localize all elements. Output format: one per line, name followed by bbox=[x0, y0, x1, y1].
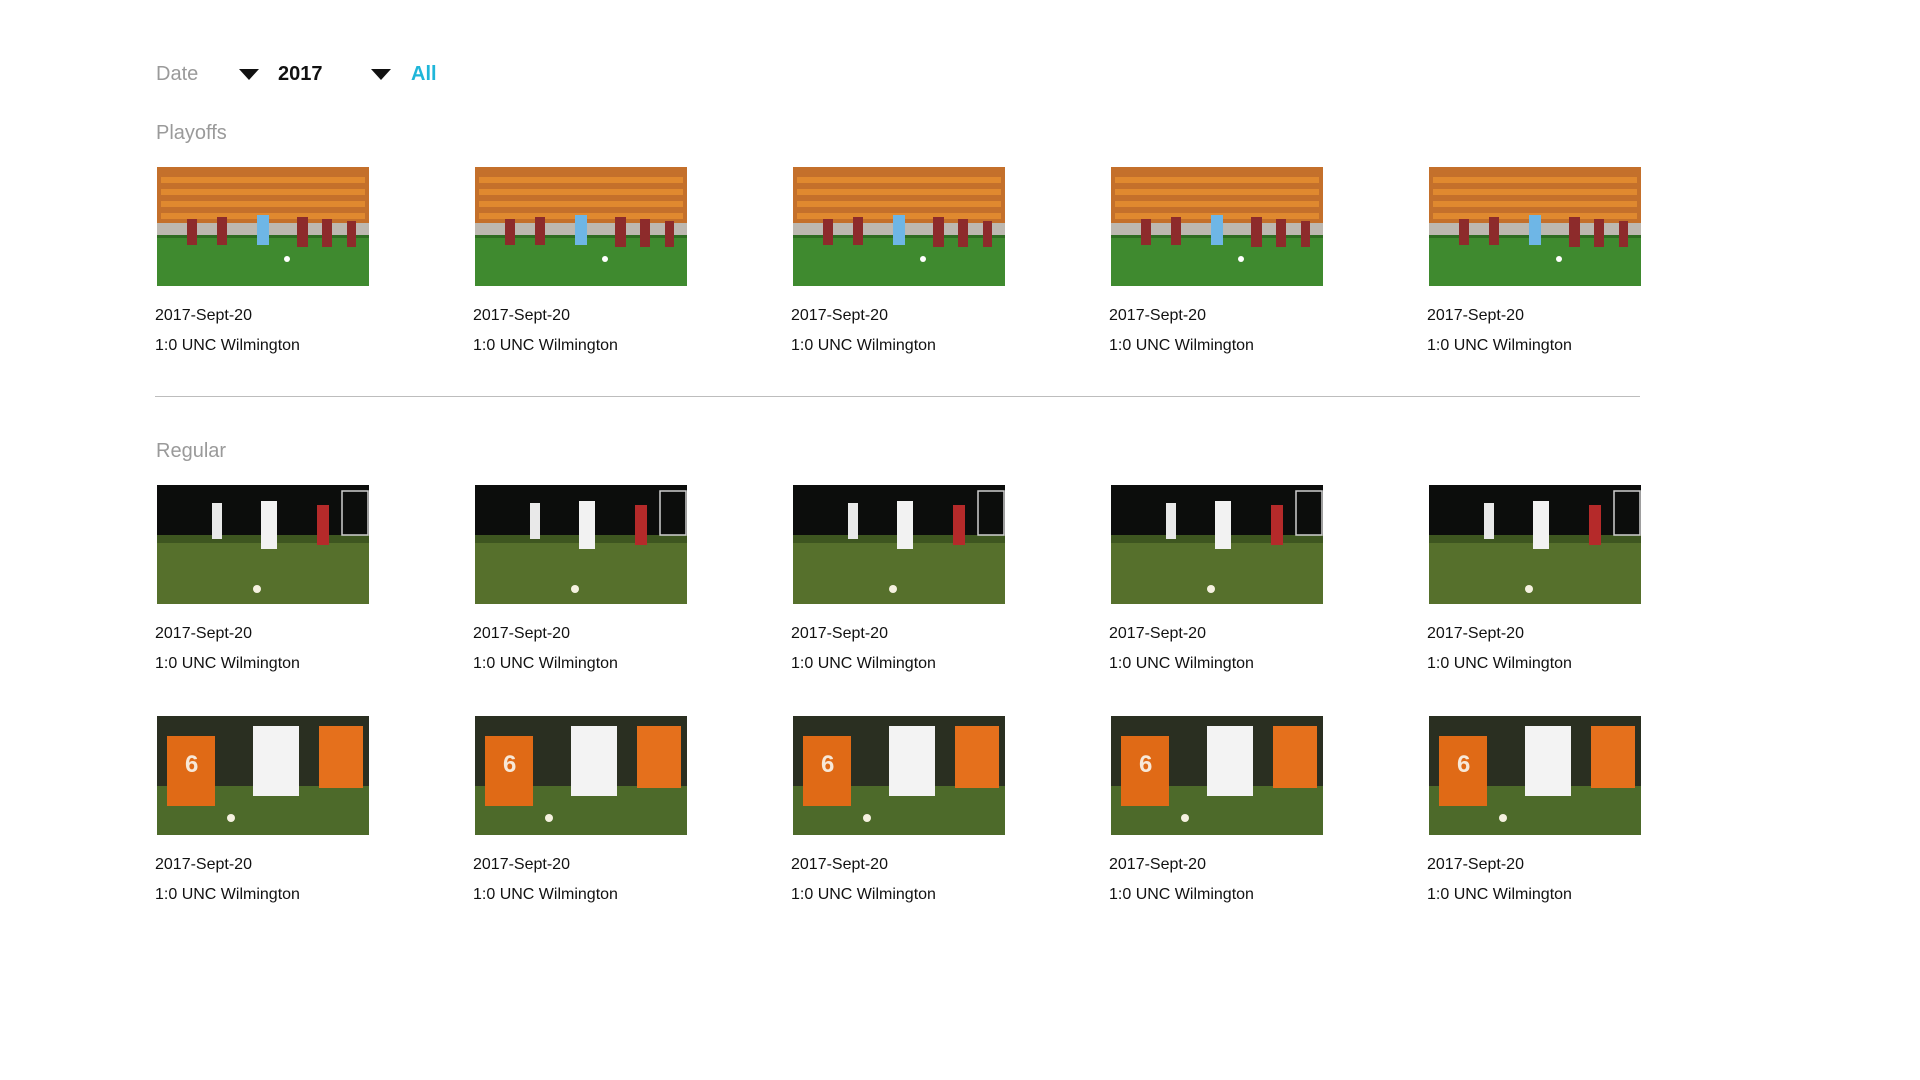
night-match-photo bbox=[475, 485, 687, 604]
game-score: 1:0 UNC Wilmington bbox=[155, 886, 300, 903]
game-score: 1:0 UNC Wilmington bbox=[155, 337, 300, 354]
game-date: 2017-Sept-20 bbox=[1109, 856, 1206, 873]
game-date: 2017-Sept-20 bbox=[155, 856, 252, 873]
svg-text:6: 6 bbox=[1457, 751, 1470, 778]
playoffs-row: 2017-Sept-20 1:0 UNC Wilmington 2017-Sep… bbox=[0, 167, 1920, 367]
stadium-photo bbox=[793, 167, 1005, 286]
game-date: 2017-Sept-20 bbox=[155, 307, 252, 324]
caret-down-icon[interactable] bbox=[371, 69, 391, 80]
game-date: 2017-Sept-20 bbox=[473, 625, 570, 642]
game-score: 1:0 UNC Wilmington bbox=[1427, 655, 1572, 672]
section-divider bbox=[155, 396, 1640, 397]
section-title-regular: Regular bbox=[156, 440, 227, 462]
game-card[interactable]: 2017-Sept-20 1:0 UNC Wilmington bbox=[473, 167, 694, 354]
orange-match-photo: 6 bbox=[1429, 716, 1641, 835]
game-card[interactable]: 6 2017-Sept-20 1:0 UNC Wilmington bbox=[155, 716, 376, 903]
game-thumbnail-night[interactable] bbox=[1429, 485, 1641, 604]
game-card[interactable]: 2017-Sept-20 1:0 UNC Wilmington bbox=[1427, 167, 1648, 354]
game-card[interactable]: 2017-Sept-20 1:0 UNC Wilmington bbox=[1427, 485, 1648, 672]
stadium-photo bbox=[475, 167, 687, 286]
game-score: 1:0 UNC Wilmington bbox=[1109, 886, 1254, 903]
game-card[interactable]: 6 2017-Sept-20 1:0 UNC Wilmington bbox=[791, 716, 1012, 903]
game-thumbnail-stadium[interactable] bbox=[1429, 167, 1641, 286]
game-card[interactable]: 6 2017-Sept-20 1:0 UNC Wilmington bbox=[1109, 716, 1330, 903]
game-score: 1:0 UNC Wilmington bbox=[791, 886, 936, 903]
year-select[interactable]: 2017 bbox=[278, 62, 323, 86]
game-score: 1:0 UNC Wilmington bbox=[473, 655, 618, 672]
game-date: 2017-Sept-20 bbox=[791, 625, 888, 642]
game-score: 1:0 UNC Wilmington bbox=[1427, 886, 1572, 903]
section-title-playoffs: Playoffs bbox=[156, 122, 227, 144]
game-card[interactable]: 2017-Sept-20 1:0 UNC Wilmington bbox=[155, 167, 376, 354]
game-date: 2017-Sept-20 bbox=[1427, 307, 1524, 324]
stadium-photo bbox=[1111, 167, 1323, 286]
game-thumbnail-stadium[interactable] bbox=[1111, 167, 1323, 286]
game-thumbnail-night[interactable] bbox=[475, 485, 687, 604]
game-date: 2017-Sept-20 bbox=[473, 856, 570, 873]
svg-text:6: 6 bbox=[821, 751, 834, 778]
night-match-photo bbox=[1111, 485, 1323, 604]
game-score: 1:0 UNC Wilmington bbox=[1427, 337, 1572, 354]
night-match-photo bbox=[1429, 485, 1641, 604]
game-date: 2017-Sept-20 bbox=[473, 307, 570, 324]
stadium-photo bbox=[1429, 167, 1641, 286]
game-thumbnail-stadium[interactable] bbox=[157, 167, 369, 286]
game-thumbnail-night[interactable] bbox=[157, 485, 369, 604]
regular-row: 6 2017-Sept-20 1:0 UNC Wilmington 6 2017… bbox=[0, 716, 1920, 916]
orange-match-photo: 6 bbox=[475, 716, 687, 835]
stadium-photo bbox=[157, 167, 369, 286]
game-date: 2017-Sept-20 bbox=[1427, 856, 1524, 873]
game-date: 2017-Sept-20 bbox=[155, 625, 252, 642]
game-score: 1:0 UNC Wilmington bbox=[791, 655, 936, 672]
all-filter-link[interactable]: All bbox=[411, 62, 437, 86]
game-thumbnail-orange[interactable]: 6 bbox=[157, 716, 369, 835]
svg-text:6: 6 bbox=[503, 751, 516, 778]
date-filter-label[interactable]: Date bbox=[156, 62, 198, 86]
game-card[interactable]: 2017-Sept-20 1:0 UNC Wilmington bbox=[791, 485, 1012, 672]
night-match-photo bbox=[157, 485, 369, 604]
game-thumbnail-night[interactable] bbox=[1111, 485, 1323, 604]
game-score: 1:0 UNC Wilmington bbox=[1109, 655, 1254, 672]
svg-text:6: 6 bbox=[1139, 751, 1152, 778]
game-date: 2017-Sept-20 bbox=[1109, 307, 1206, 324]
filter-bar: Date 2017 All bbox=[156, 62, 756, 86]
orange-match-photo: 6 bbox=[1111, 716, 1323, 835]
game-thumbnail-orange[interactable]: 6 bbox=[475, 716, 687, 835]
game-card[interactable]: 6 2017-Sept-20 1:0 UNC Wilmington bbox=[473, 716, 694, 903]
game-date: 2017-Sept-20 bbox=[1427, 625, 1524, 642]
game-card[interactable]: 2017-Sept-20 1:0 UNC Wilmington bbox=[155, 485, 376, 672]
game-score: 1:0 UNC Wilmington bbox=[473, 337, 618, 354]
game-score: 1:0 UNC Wilmington bbox=[473, 886, 618, 903]
game-thumbnail-orange[interactable]: 6 bbox=[1111, 716, 1323, 835]
game-date: 2017-Sept-20 bbox=[791, 307, 888, 324]
game-score: 1:0 UNC Wilmington bbox=[1109, 337, 1254, 354]
game-date: 2017-Sept-20 bbox=[1109, 625, 1206, 642]
caret-down-icon[interactable] bbox=[239, 69, 259, 80]
game-thumbnail-orange[interactable]: 6 bbox=[1429, 716, 1641, 835]
orange-match-photo: 6 bbox=[157, 716, 369, 835]
game-score: 1:0 UNC Wilmington bbox=[791, 337, 936, 354]
game-card[interactable]: 2017-Sept-20 1:0 UNC Wilmington bbox=[1109, 485, 1330, 672]
game-score: 1:0 UNC Wilmington bbox=[155, 655, 300, 672]
game-card[interactable]: 6 2017-Sept-20 1:0 UNC Wilmington bbox=[1427, 716, 1648, 903]
game-card[interactable]: 2017-Sept-20 1:0 UNC Wilmington bbox=[1109, 167, 1330, 354]
orange-match-photo: 6 bbox=[793, 716, 1005, 835]
game-thumbnail-night[interactable] bbox=[793, 485, 1005, 604]
game-card[interactable]: 2017-Sept-20 1:0 UNC Wilmington bbox=[473, 485, 694, 672]
game-thumbnail-stadium[interactable] bbox=[475, 167, 687, 286]
regular-row: 2017-Sept-20 1:0 UNC Wilmington 2017-Sep… bbox=[0, 485, 1920, 685]
game-card[interactable]: 2017-Sept-20 1:0 UNC Wilmington bbox=[791, 167, 1012, 354]
night-match-photo bbox=[793, 485, 1005, 604]
svg-text:6: 6 bbox=[185, 751, 198, 778]
game-thumbnail-orange[interactable]: 6 bbox=[793, 716, 1005, 835]
game-date: 2017-Sept-20 bbox=[791, 856, 888, 873]
game-thumbnail-stadium[interactable] bbox=[793, 167, 1005, 286]
